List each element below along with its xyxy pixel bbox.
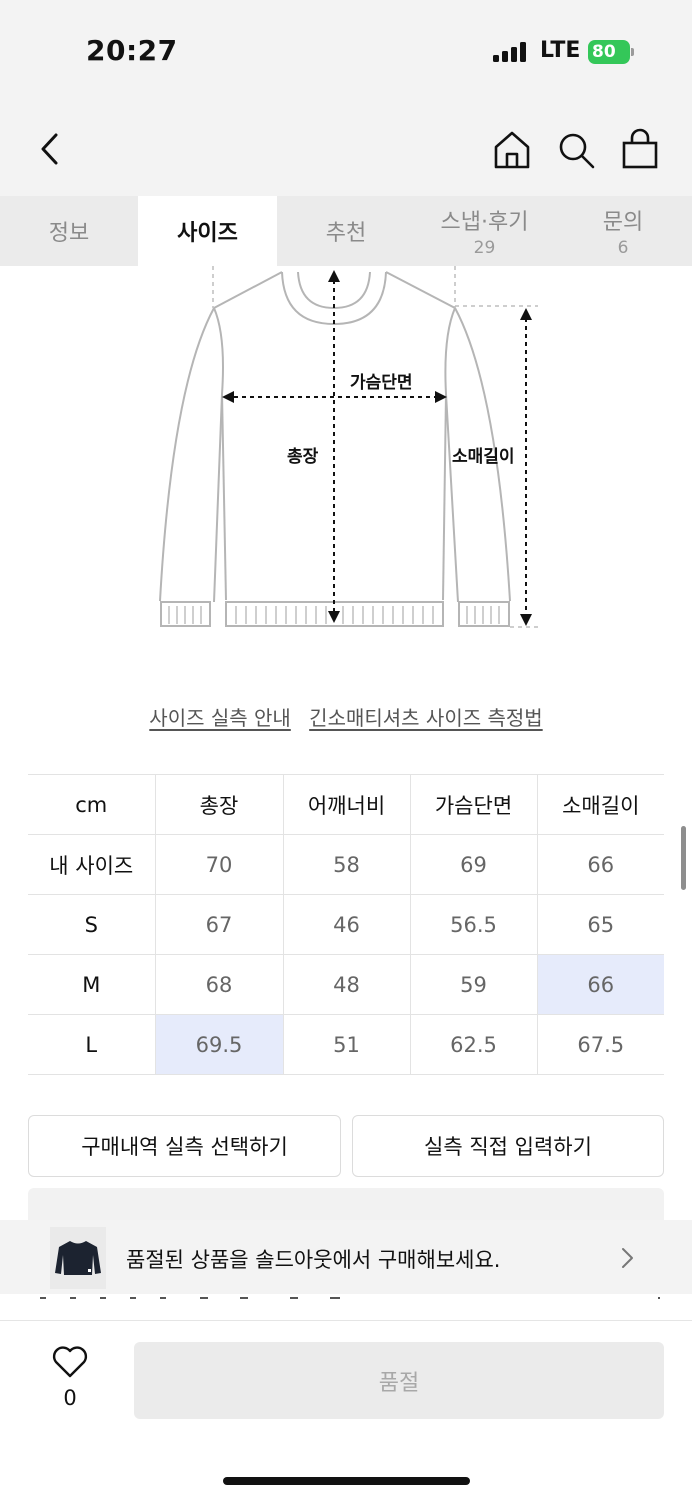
table-cell-highlighted: 69.5	[154, 1014, 283, 1075]
table-cell: 65	[536, 894, 664, 955]
table-cell-highlighted: 66	[536, 954, 664, 1015]
tab-recommend[interactable]: 추천	[277, 196, 415, 266]
like-count: 0	[63, 1386, 77, 1410]
tab-label: 문의	[602, 210, 644, 235]
measure-method-link[interactable]: 긴소매티셔츠 사이즈 측정법	[309, 706, 543, 730]
tab-count: 6	[617, 238, 629, 258]
table-cell: 70	[154, 834, 283, 895]
table-header: cm	[28, 774, 155, 835]
purchase-history-measure-button[interactable]: 구매내역 실측 선택하기	[28, 1115, 341, 1177]
product-thumbnail	[50, 1227, 106, 1289]
battery-level: 80	[588, 40, 630, 64]
guide-links: 사이즈 실측 안내 긴소매티셔츠 사이즈 측정법	[0, 702, 692, 731]
table-header: 소매길이	[536, 774, 664, 835]
table-cell: 66	[536, 834, 664, 895]
battery-icon: 80	[588, 40, 634, 64]
table-row: S 67 46 56.5 65	[28, 894, 664, 955]
signal-icon	[493, 42, 527, 62]
table-header: 어깨너비	[282, 774, 410, 835]
table-cell: 62.5	[409, 1014, 537, 1075]
table-cell: 59	[409, 954, 537, 1015]
tab-size[interactable]: 사이즈	[138, 196, 277, 266]
table-header-row: cm 총장 어깨너비 가슴단면 소매길이	[28, 774, 664, 835]
table-cell: 67	[154, 894, 283, 955]
network-type: LTE	[540, 38, 581, 63]
table-cell: 56.5	[409, 894, 537, 955]
tab-label: 사이즈	[177, 221, 238, 246]
sweatshirt-thumbnail-icon	[55, 1241, 101, 1275]
table-cell: 46	[282, 894, 410, 955]
chevron-right-icon	[622, 1248, 633, 1268]
size-measure-guide-link[interactable]: 사이즈 실측 안내	[149, 706, 291, 730]
tab-inquiry[interactable]: 문의 6	[554, 196, 692, 266]
table-cell: 69	[409, 834, 537, 895]
table-cell: 48	[282, 954, 410, 1015]
home-indicator	[223, 1477, 470, 1485]
nav-header	[0, 100, 692, 196]
table-cell: 67.5	[536, 1014, 664, 1075]
table-cell: 68	[154, 954, 283, 1015]
home-icon[interactable]	[492, 130, 532, 170]
back-icon[interactable]	[36, 132, 64, 166]
chest-label: 가슴단면	[350, 373, 413, 393]
tab-bar: 정보 사이즈 추천 스냅·후기 29 문의 6	[0, 196, 692, 266]
scrollbar[interactable]	[681, 826, 686, 890]
sleeve-label: 소매길이	[452, 447, 515, 467]
size-diagram: 가슴단면 총장 소매길이	[0, 266, 692, 646]
partially-hidden-text	[40, 1297, 660, 1299]
table-row: M 68 48 59 66	[28, 954, 664, 1015]
direct-input-measure-button[interactable]: 실측 직접 입력하기	[352, 1115, 664, 1177]
table-row: L 69.5 51 62.5 67.5	[28, 1014, 664, 1075]
table-cell: 51	[282, 1014, 410, 1075]
table-row: 내 사이즈 70 58 69 66	[28, 834, 664, 895]
tab-label: 정보	[48, 221, 90, 246]
tab-info[interactable]: 정보	[0, 196, 138, 266]
sweatshirt-diagram	[159, 266, 538, 628]
shopping-bag-icon[interactable]	[620, 128, 660, 170]
row-label: S	[28, 894, 155, 955]
row-label: M	[28, 954, 155, 1015]
tab-label: 추천	[325, 221, 367, 246]
banner-text: 품절된 상품을 솔드아웃에서 구매해보세요.	[126, 1248, 501, 1272]
table-header: 총장	[154, 774, 283, 835]
row-label: 내 사이즈	[28, 834, 155, 895]
length-label: 총장	[287, 447, 319, 467]
tab-count: 29	[473, 238, 496, 258]
tab-label: 스냅·후기	[440, 210, 529, 235]
search-icon[interactable]	[556, 130, 596, 170]
soldout-banner[interactable]: 품절된 상품을 솔드아웃에서 구매해보세요.	[0, 1220, 692, 1294]
size-table: cm 총장 어깨너비 가슴단면 소매길이 내 사이즈 70 58 69 66 S…	[28, 774, 664, 1075]
status-time: 20:27	[86, 34, 178, 67]
tab-snap-review[interactable]: 스냅·후기 29	[415, 196, 554, 266]
table-cell: 58	[282, 834, 410, 895]
heart-icon[interactable]	[51, 1345, 89, 1379]
status-bar: 20:27 LTE 80	[0, 0, 692, 100]
row-label: L	[28, 1014, 155, 1075]
soldout-button[interactable]: 품절	[134, 1342, 664, 1419]
table-header: 가슴단면	[409, 774, 537, 835]
